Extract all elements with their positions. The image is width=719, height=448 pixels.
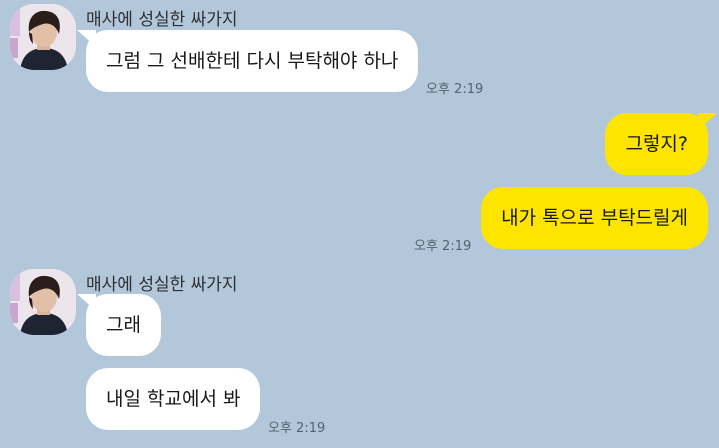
profile-photo-icon[interactable] [10, 269, 76, 335]
message-bubble[interactable]: 내일 학교에서 봐 [86, 368, 261, 430]
message-time: 오후 2:19 [268, 421, 326, 436]
bubble-tail [77, 30, 96, 47]
chat-room: 매사에 성실한 싸가지 그럼 그 선배한테 다시 부탁해야 하나 오후 2:19… [0, 0, 719, 448]
sender-name: 매사에 성실한 싸가지 [86, 10, 238, 30]
profile-photo-icon[interactable] [10, 4, 76, 70]
message-text: 내일 학교에서 봐 [106, 388, 241, 410]
bubble-tail [698, 113, 717, 130]
my-message-bubble[interactable]: 그렇지? [605, 113, 717, 175]
message-text: 그럼 그 선배한테 다시 부탁해야 하나 [106, 50, 399, 72]
message-time: 오후 2:19 [426, 82, 484, 97]
message-bubble[interactable]: 그래 [77, 294, 161, 356]
bubble-tail [77, 294, 96, 311]
message-text: 그렇지? [625, 133, 688, 155]
message-bubble[interactable]: 그럼 그 선배한테 다시 부탁해야 하나 [77, 30, 419, 92]
my-message-bubble[interactable]: 내가 톡으로 부탁드릴게 [481, 187, 708, 249]
message-time: 오후 2:19 [414, 239, 472, 254]
message-text: 내가 톡으로 부탁드릴게 [501, 207, 688, 229]
message-text: 그래 [106, 314, 141, 336]
sender-name: 매사에 성실한 싸가지 [86, 275, 238, 295]
